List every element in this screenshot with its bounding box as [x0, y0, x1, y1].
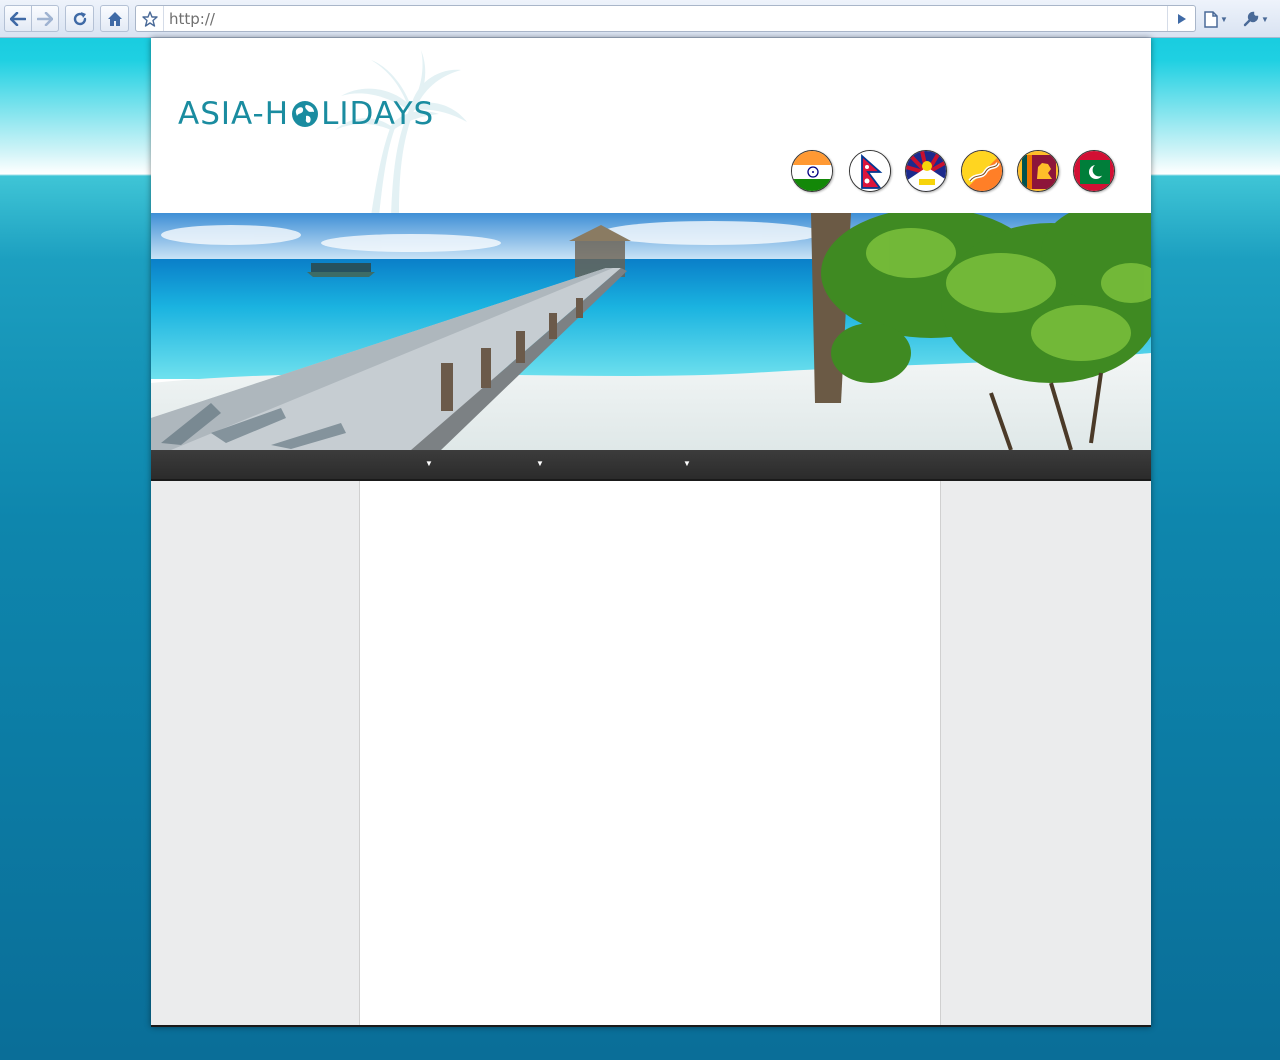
nepal-flag-icon[interactable] [849, 150, 891, 192]
menu-dropdown-1[interactable]: ▼ [425, 459, 433, 468]
page-container: ASIA-H LIDAYS ▼ ▼ ▼ [151, 38, 1151, 1027]
boat-shape [307, 263, 375, 277]
logo-text-end: LIDAYS [321, 96, 435, 132]
reload-button[interactable] [65, 5, 94, 32]
sri-lanka-flag-icon[interactable] [1017, 150, 1059, 192]
menu-dropdown-2[interactable]: ▼ [536, 459, 544, 468]
maldives-flag-icon[interactable] [1073, 150, 1115, 192]
forward-arrow-icon [36, 11, 53, 26]
country-flags [791, 150, 1121, 192]
logo-text-start: ASIA-H [178, 96, 290, 132]
menu-dropdown-3[interactable]: ▼ [683, 459, 691, 468]
tools-menu-button[interactable]: ▼ [1243, 9, 1273, 29]
page-icon [1204, 10, 1218, 28]
site-logo[interactable]: ASIA-H LIDAYS [178, 96, 434, 132]
page-menu-button[interactable]: ▼ [1204, 9, 1234, 29]
footer-border [151, 1025, 1151, 1027]
forward-button[interactable] [32, 6, 58, 31]
play-icon [1177, 13, 1186, 24]
back-button[interactable] [5, 6, 31, 31]
india-flag-icon[interactable] [791, 150, 833, 192]
tibet-flag-icon[interactable] [905, 150, 947, 192]
bhutan-flag-icon[interactable] [961, 150, 1003, 192]
browser-toolbar: http:// ▼ ▼ [0, 0, 1280, 38]
reload-icon [73, 11, 86, 25]
url-text[interactable]: http:// [164, 10, 1167, 28]
content-area [151, 481, 1151, 1027]
site-header: ASIA-H LIDAYS [151, 38, 1151, 213]
beach-banner-image [151, 213, 1151, 450]
bookmark-star-button[interactable] [136, 6, 164, 31]
chevron-down-icon: ▼ [1261, 14, 1269, 24]
address-bar[interactable]: http:// [135, 5, 1196, 32]
star-icon [141, 10, 158, 27]
nav-button-group [4, 5, 59, 32]
back-arrow-icon [10, 11, 26, 26]
left-sidebar [151, 481, 360, 1027]
wrench-icon [1243, 11, 1259, 27]
right-sidebar [941, 481, 1151, 1027]
chevron-down-icon: ▼ [1220, 14, 1228, 24]
globe-icon [292, 101, 319, 127]
go-button[interactable] [1167, 6, 1195, 31]
home-icon [107, 11, 122, 26]
main-navigation: ▼ ▼ ▼ [151, 450, 1151, 481]
home-button[interactable] [100, 5, 129, 32]
main-content [360, 481, 941, 1027]
